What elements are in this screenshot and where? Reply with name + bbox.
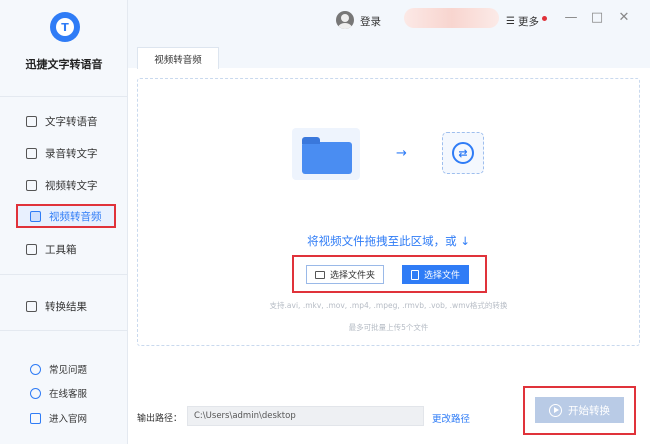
output-path-label: 输出路径： — [137, 414, 183, 424]
sidebar-divider — [0, 274, 128, 275]
results-icon — [26, 300, 37, 312]
video-audio-icon — [30, 210, 41, 222]
convert-icon-box: ⇄ — [442, 132, 484, 174]
toolbox-icon — [26, 243, 37, 255]
close-button[interactable]: ✕ — [617, 11, 631, 25]
file-icon — [410, 269, 419, 280]
app-window: T 迅捷文字转语音 文字转语音 录音转文字 视频转文字 视频转音频 工具箱 转换… — [0, 0, 650, 444]
choose-folder-button[interactable]: 选择文件夹 — [306, 265, 384, 284]
sidebar-item-label: 视频转音频 — [49, 210, 102, 223]
sidebar-help-faq[interactable]: 常见问题 — [30, 362, 87, 376]
sidebar-item-video-to-text[interactable]: 视频转文字 — [14, 173, 118, 197]
output-path-field[interactable]: C:\Users\admin\desktop — [187, 406, 424, 426]
title-bar: 登录 ☰ 更多 — □ ✕ — [128, 0, 650, 44]
question-icon — [30, 363, 41, 375]
sidebar-item-record-to-text[interactable]: 录音转文字 — [14, 141, 118, 165]
sidebar-item-label: 转换结果 — [45, 300, 87, 313]
blurred-promo-banner — [404, 8, 499, 28]
monitor-icon — [30, 412, 41, 424]
more-label: 更多 — [517, 16, 539, 28]
app-logo-icon: T — [50, 12, 80, 42]
sidebar-divider — [0, 330, 128, 331]
help-label: 常见问题 — [49, 365, 88, 376]
folder-icon — [302, 137, 352, 174]
drop-prompt: 将视频文件拖拽至此区域，或 ↓ — [307, 234, 470, 248]
change-path-link[interactable]: 更改路径 — [432, 411, 470, 425]
choose-folder-label: 选择文件夹 — [329, 271, 375, 281]
help-label: 进入官网 — [49, 414, 88, 425]
login-button[interactable]: 登录 — [360, 14, 381, 29]
sidebar-item-toolbox[interactable]: 工具箱 — [14, 237, 118, 261]
maximize-button[interactable]: □ — [590, 11, 604, 25]
video-icon — [26, 179, 37, 191]
text-doc-icon — [26, 115, 37, 127]
record-icon — [26, 147, 37, 159]
sidebar-item-label: 文字转语音 — [45, 115, 98, 128]
sidebar-item-text-to-speech[interactable]: 文字转语音 — [14, 109, 118, 133]
minimize-button[interactable]: — — [564, 11, 578, 25]
sidebar-divider — [0, 96, 128, 97]
arrow-right-icon: → — [396, 146, 407, 161]
sidebar-help-website[interactable]: 进入官网 — [30, 411, 87, 425]
more-menu-button[interactable]: ☰ 更多 — [506, 14, 547, 29]
upload-limit: 最多可批量上传5个文件 — [348, 323, 429, 332]
choose-file-label: 选择文件 — [423, 271, 460, 281]
tab-video-to-audio[interactable]: 视频转音频 — [137, 47, 219, 69]
choose-file-button[interactable]: 选择文件 — [402, 265, 469, 284]
sidebar: T 迅捷文字转语音 文字转语音 录音转文字 视频转文字 视频转音频 工具箱 转换… — [0, 0, 128, 444]
sidebar-help-support[interactable]: 在线客服 — [30, 386, 87, 400]
supported-formats: 支持.avi, .mkv, .mov, .mp4, .mpeg, .rmvb, … — [269, 301, 508, 310]
convert-icon: ⇄ — [452, 142, 474, 164]
sidebar-item-label: 工具箱 — [45, 243, 77, 256]
sidebar-item-label: 录音转文字 — [45, 147, 98, 160]
sidebar-item-label: 视频转文字 — [45, 179, 98, 192]
start-convert-button[interactable]: 开始转换 — [535, 397, 624, 423]
sidebar-item-video-to-audio[interactable]: 视频转音频 — [16, 204, 116, 228]
folder-icon — [314, 270, 325, 279]
headset-icon — [30, 387, 41, 399]
start-label: 开始转换 — [568, 404, 610, 417]
menu-icon: ☰ — [506, 16, 515, 27]
sidebar-item-results[interactable]: 转换结果 — [14, 294, 118, 318]
logo-letter: T — [56, 18, 74, 36]
help-label: 在线客服 — [49, 389, 88, 400]
notification-dot — [541, 16, 547, 21]
play-icon — [549, 403, 562, 417]
app-name: 迅捷文字转语音 — [25, 58, 103, 71]
avatar[interactable] — [336, 11, 354, 29]
